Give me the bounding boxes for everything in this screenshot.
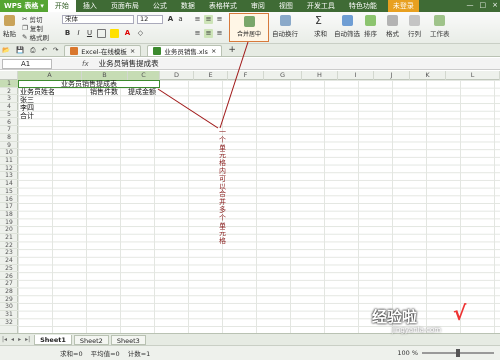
wps-spreadsheet-window: WPS 表格 ▾ 开始 插入 页面布局 公式 数据 表格样式 审阅 视图 开发工具… [0,0,500,360]
arrow-line-to-merge-button [219,41,249,129]
annotation-arrows [157,41,249,129]
watermark-url: jingyanla.com [392,326,442,334]
annotation-text: 一个单元格内可以合并多个单元格 [219,128,226,246]
prev-sheet-icon[interactable]: ◂ [11,336,14,343]
status-average: 平均值=0 [90,350,120,358]
sheet-tab-1[interactable]: Sheet1 [34,334,72,345]
next-sheet-icon[interactable]: ▸ [18,336,21,343]
sheet-tab-bar: |◂ ◂ ▸ ▸| Sheet1 Sheet2 Sheet3 [0,333,500,345]
zoom-level[interactable]: 100 % [397,349,418,357]
last-sheet-icon[interactable]: ▸| [25,336,30,343]
watermark-text: 经验啦 [372,308,418,326]
sheet-tab-3[interactable]: Sheet3 [110,334,146,345]
status-sum: 求和=0 [60,350,83,358]
first-sheet-icon[interactable]: |◂ [2,336,7,343]
zoom-slider-handle[interactable] [456,349,460,357]
status-count: 计数=1 [127,350,151,358]
checkmark-icon: √ [453,301,467,325]
arrow-line-to-title [157,88,219,129]
sheet-tab-2[interactable]: Sheet2 [73,334,109,345]
status-bar: 求和=0 平均值=0 计数=1 100 % [0,345,500,360]
